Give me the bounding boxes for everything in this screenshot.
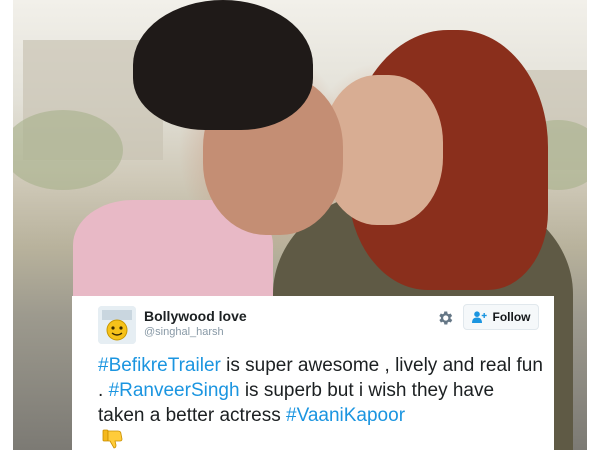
thumbs-down-icon (102, 429, 124, 449)
avatar-emoji (98, 306, 136, 344)
hashtag-vaanikapoor[interactable]: #VaaniKapoor (286, 405, 405, 426)
add-user-icon (471, 311, 487, 323)
hashtag-ranveersingh[interactable]: #RanveerSingh (109, 380, 240, 401)
follow-label: Follow (492, 310, 531, 324)
hashtag-befikretrailer[interactable]: #BefikreTrailer (98, 355, 221, 376)
tweet-card: Bollywood love @singhal_harsh Follow #Be… (72, 296, 554, 450)
user-handle[interactable]: @singhal_harsh (144, 326, 224, 338)
follow-button[interactable]: Follow (463, 304, 539, 330)
gear-icon[interactable] (436, 309, 454, 327)
avatar[interactable] (98, 306, 136, 344)
user-name[interactable]: Bollywood love (144, 308, 247, 324)
tweet-text: #BefikreTrailer is super awesome , livel… (98, 353, 543, 428)
